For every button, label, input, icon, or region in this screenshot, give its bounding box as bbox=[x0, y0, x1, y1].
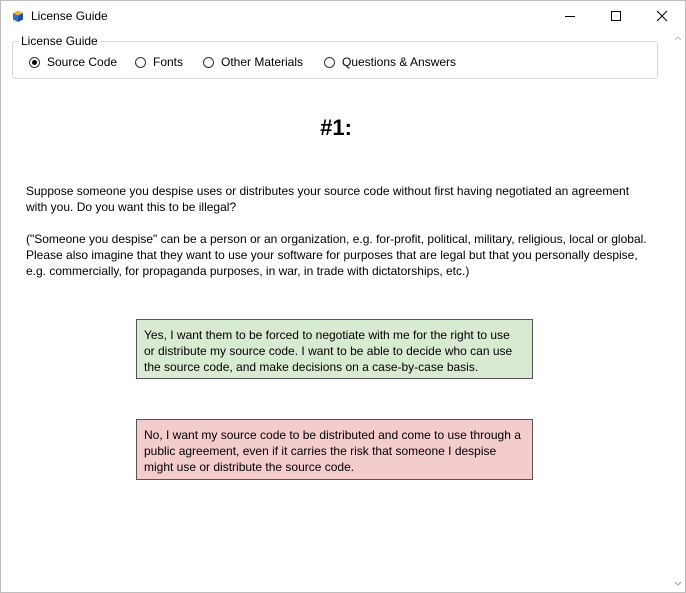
window-title: License Guide bbox=[31, 9, 108, 23]
radio-unchecked-icon bbox=[324, 56, 335, 68]
answer-no-button[interactable]: No, I want my source code to be distribu… bbox=[136, 419, 533, 480]
scroll-up-arrow-icon[interactable] bbox=[674, 35, 682, 41]
app-box-icon bbox=[11, 9, 25, 23]
title-bar[interactable]: License Guide bbox=[1, 1, 685, 31]
close-icon bbox=[656, 10, 668, 22]
question-text: Suppose someone you despise uses or dist… bbox=[26, 184, 630, 214]
radio-unchecked-icon bbox=[203, 56, 214, 68]
radio-label: Fonts bbox=[153, 55, 184, 69]
close-button[interactable] bbox=[639, 1, 685, 31]
radio-source-code[interactable]: Source Code bbox=[29, 54, 117, 70]
question-heading: #1: bbox=[320, 115, 352, 140]
scroll-down-arrow-icon[interactable] bbox=[674, 581, 682, 587]
radio-label: Source Code bbox=[47, 55, 118, 69]
radio-label: Questions & Answers bbox=[342, 55, 457, 69]
minimize-button[interactable] bbox=[547, 1, 593, 31]
radio-questions-answers[interactable]: Questions & Answers bbox=[324, 54, 456, 70]
radio-fonts[interactable]: Fonts bbox=[135, 54, 183, 70]
answer-yes-button[interactable]: Yes, I want them to be forced to negotia… bbox=[136, 319, 533, 379]
radio-checked-icon bbox=[29, 56, 40, 68]
app-window: License Guide License Guide Source Code … bbox=[0, 0, 686, 593]
maximize-icon bbox=[611, 11, 621, 21]
radio-unchecked-icon bbox=[135, 56, 146, 68]
question-note: ("Someone you despise" can be a person o… bbox=[26, 232, 647, 278]
groupbox-legend: License Guide bbox=[19, 34, 100, 48]
minimize-icon bbox=[565, 16, 575, 17]
radio-other-materials[interactable]: Other Materials bbox=[203, 54, 303, 70]
vertical-scrollbar[interactable] bbox=[671, 31, 685, 592]
maximize-button[interactable] bbox=[593, 1, 639, 31]
radio-label: Other Materials bbox=[221, 55, 304, 69]
